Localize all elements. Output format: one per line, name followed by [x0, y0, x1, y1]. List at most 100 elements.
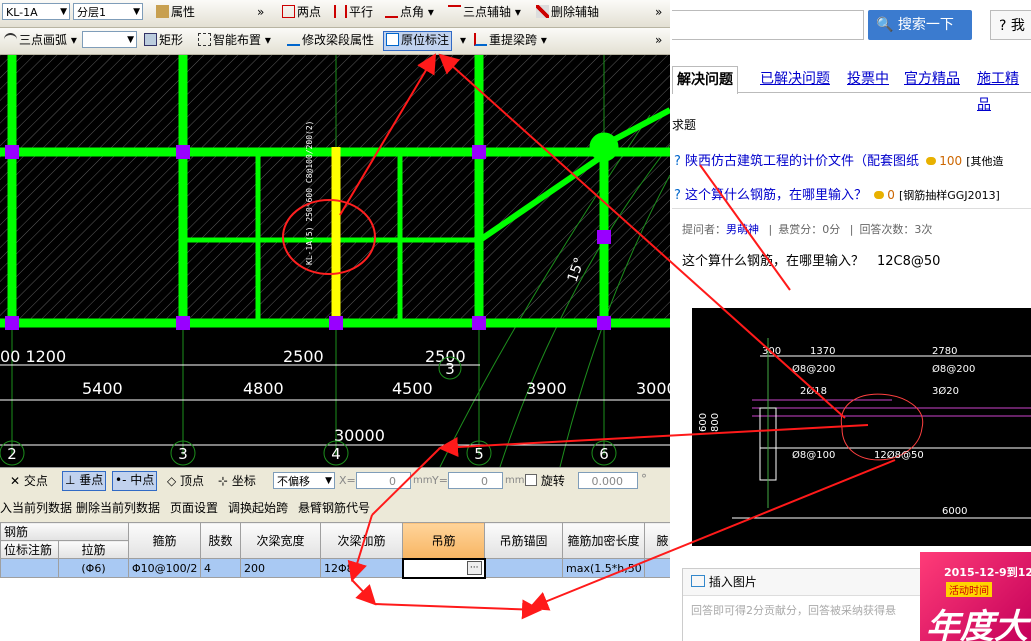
annotation-dropdown-arrow[interactable]: ▾: [460, 31, 466, 49]
rotate-checkbox[interactable]: 旋转: [525, 472, 565, 490]
header-haunch[interactable]: 腋: [644, 522, 670, 559]
cell[interactable]: [0, 558, 59, 578]
search-input[interactable]: [672, 10, 864, 40]
rebar-label: 3Ø20: [932, 385, 959, 397]
page-setup-button[interactable]: 页面设置: [170, 499, 218, 517]
cantilever-code-button[interactable]: 悬臂钢筋代号: [298, 499, 370, 517]
degree-unit: °: [641, 472, 647, 486]
modify-beam-props-button[interactable]: 修改梁段属性: [285, 31, 376, 49]
snap-perpendicular[interactable]: ⊥ 垂点: [62, 471, 107, 491]
coin-count: 0: [887, 188, 895, 202]
swap-start-span-button[interactable]: 调换起始跨: [228, 499, 288, 517]
x-unit: mm: [413, 475, 433, 486]
y-input[interactable]: 0: [448, 472, 503, 489]
asker-link[interactable]: 男萌神: [726, 223, 759, 236]
axis-label: 2: [7, 445, 17, 463]
snap-vertex[interactable]: ◇ 顶点: [165, 472, 206, 490]
dim-text: 00 1200: [0, 347, 66, 366]
properties-button[interactable]: 属性: [154, 3, 197, 21]
x-input[interactable]: 0: [356, 472, 411, 489]
header-hanger-anchorage[interactable]: 吊筋锚固: [484, 522, 564, 559]
offset-select[interactable]: 不偏移 ▼: [273, 472, 335, 489]
layer-select[interactable]: 分层1 ▼: [73, 3, 143, 20]
tab-official-picks[interactable]: 官方精品: [904, 66, 960, 92]
insert-column-data-button[interactable]: 入当前列数据: [0, 499, 72, 517]
dim-text: 800: [710, 413, 721, 432]
re-extract-span-button[interactable]: 重提梁跨 ▾: [472, 31, 549, 49]
toolbar-row-1: KL-1A ▼ 分层1 ▼ 属性 » 两点 平行 点角 ▾ 三点辅轴 ▾ 删除辅轴 …: [0, 0, 670, 28]
three-point-arc-button[interactable]: 三点画弧 ▾: [2, 31, 79, 49]
component-select[interactable]: KL-1A ▼: [2, 3, 70, 20]
coin-count: 100: [939, 154, 963, 168]
header-secondary-beam-rebar[interactable]: 次梁加筋: [320, 522, 404, 559]
axis-label: 3: [445, 360, 455, 378]
promo-banner[interactable]: 2015-12-9到12-3 活动时间 年度大: [920, 552, 1031, 641]
x-label: X=: [339, 474, 356, 487]
header-stirrup-dense-length[interactable]: 箍筋加密长度: [562, 522, 646, 559]
annotation-table: 钢筋 箍筋 肢数 次梁宽度 次梁加筋 吊筋 吊筋锚固 箍筋加密长度 腋 位标注筋…: [0, 522, 670, 579]
cell[interactable]: [644, 558, 670, 578]
header-tie-bar[interactable]: 拉筋: [57, 540, 130, 559]
header-stirrup[interactable]: 箍筋: [128, 522, 202, 559]
delete-aux-button[interactable]: 删除辅轴: [534, 3, 601, 21]
snap-intersection[interactable]: ✕ 交点: [8, 472, 50, 490]
delete-column-data-button[interactable]: 删除当前列数据: [76, 499, 160, 517]
help-button[interactable]: ? 我: [990, 10, 1031, 40]
floor-plan-drawing: KL-1A(5) 250*600 C8@100/200(2) 00 1200 2…: [0, 55, 670, 467]
rotate-input[interactable]: 0.000: [578, 472, 638, 489]
question-image[interactable]: 300 1370 2780 Ø8@200 Ø8@200 2Ø18 3Ø20 Ø8…: [692, 308, 1031, 546]
dim-text: 300: [762, 346, 781, 357]
toolbar-row-2: 三点画弧 ▾ ▼ 矩形 智能布置 ▾ 修改梁段属性 原位标注 ▾ 重提梁跨 ▾ …: [0, 28, 670, 55]
toolbar1-overflow-right[interactable]: »: [655, 3, 662, 21]
snap-coordinate[interactable]: ⊹ 坐标: [216, 472, 258, 490]
smart-layout-button[interactable]: 智能布置 ▾: [196, 31, 273, 49]
eraser-icon: [536, 5, 549, 18]
rebar-label: Ø8@100: [792, 449, 835, 461]
three-point-icon: [448, 5, 461, 18]
toolbar1-overflow-left[interactable]: »: [257, 3, 264, 21]
cell[interactable]: (Φ6): [57, 558, 130, 578]
hanger-bar-cell[interactable]: ···: [401, 557, 486, 579]
dim-text: 1370: [810, 346, 835, 357]
tab-unsolved[interactable]: 解决问题: [672, 66, 738, 94]
header-legs[interactable]: 肢数: [200, 522, 242, 559]
question-item: ? 陕西仿古建筑工程的计价文件（配套图纸 100 [其他造: [674, 150, 1004, 169]
arc-icon: [4, 33, 17, 46]
header-secondary-beam-width[interactable]: 次梁宽度: [240, 522, 322, 559]
original-annotation-button[interactable]: 原位标注: [383, 31, 453, 51]
question-link[interactable]: 陕西仿古建筑工程的计价文件（配套图纸: [685, 154, 919, 169]
question-link[interactable]: 这个算什么钢筋，在哪里输入？: [685, 188, 867, 203]
snap-toolbar: ✕ 交点 ⊥ 垂点 •- 中点 ◇ 顶点 ⊹ 坐标 不偏移 ▼ X= 0 mm Y…: [0, 467, 670, 494]
parallel-axis-button[interactable]: 平行: [332, 3, 375, 21]
rebar-label: 2Ø18: [800, 385, 827, 397]
image-icon: [691, 575, 705, 587]
tab-construction-picks[interactable]: 施工精品: [977, 66, 1031, 113]
properties-icon: [156, 5, 169, 18]
rectangle-button[interactable]: 矩形: [142, 31, 185, 49]
three-point-aux-button[interactable]: 三点辅轴 ▾: [446, 3, 523, 21]
toolbar2-overflow[interactable]: »: [655, 31, 662, 49]
table-row: (Φ6) Φ10@100/2 4 200 12Φ8 ··· max(1.5*h,…: [0, 557, 670, 579]
chevron-down-icon: ▼: [325, 476, 332, 486]
ellipsis-button[interactable]: ···: [466, 560, 482, 575]
two-point-axis-button[interactable]: 两点: [280, 3, 323, 21]
tab-solved[interactable]: 已解决问题: [760, 66, 830, 92]
cell[interactable]: 4: [200, 558, 242, 578]
cad-drawing-canvas[interactable]: KL-1A(5) 250*600 C8@100/200(2) 00 1200 2…: [0, 55, 670, 467]
question-tag[interactable]: [钢筋抽样GGJ2013]: [899, 189, 1000, 202]
header-in-situ-rebar[interactable]: 位标注筋: [0, 540, 59, 559]
axis-label: 4: [331, 445, 341, 463]
cell[interactable]: [484, 558, 564, 578]
cell[interactable]: Φ10@100/2: [128, 558, 202, 578]
arc-option-select[interactable]: ▼: [82, 31, 137, 48]
tab-voting[interactable]: 投票中: [847, 66, 889, 92]
smart-layout-icon: [198, 33, 211, 46]
header-hanger-bar[interactable]: 吊筋: [402, 522, 486, 559]
cell[interactable]: 200: [240, 558, 322, 578]
question-tag[interactable]: [其他造: [966, 155, 1003, 168]
snap-midpoint[interactable]: •- 中点: [112, 471, 158, 491]
search-button[interactable]: 🔍 搜索一下: [868, 10, 972, 40]
point-angle-button[interactable]: 点角 ▾: [383, 3, 436, 21]
cell[interactable]: max(1.5*h,50: [562, 558, 646, 578]
cell[interactable]: 12Φ8: [320, 558, 404, 578]
